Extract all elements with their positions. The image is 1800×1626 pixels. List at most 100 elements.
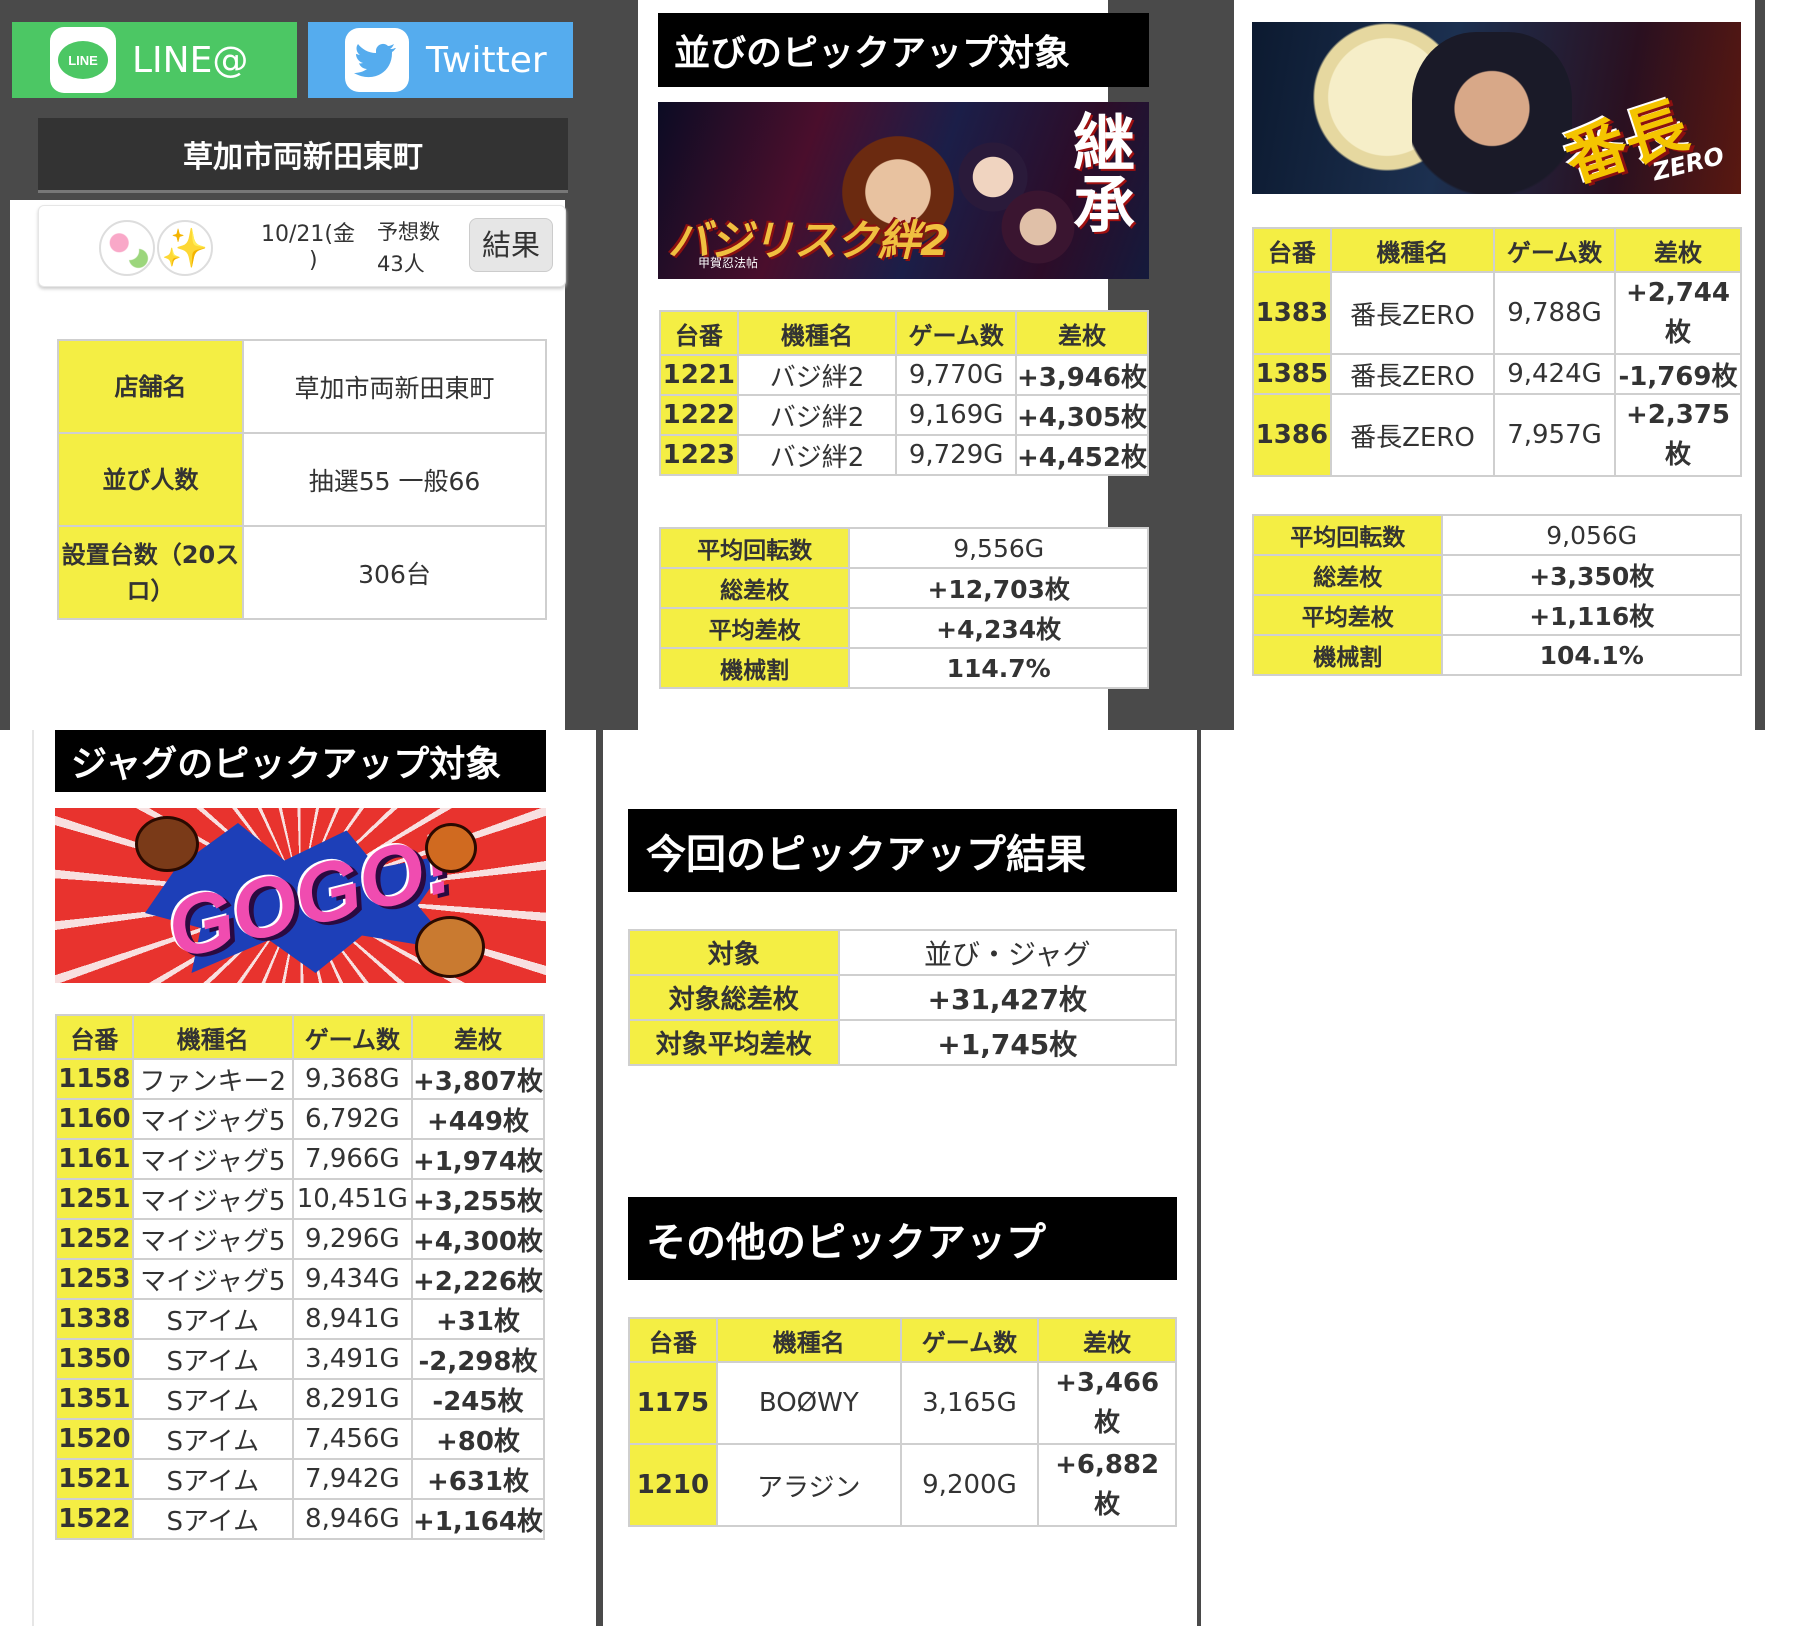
machine-name: Sアイム xyxy=(131,1498,294,1540)
jag-table: 台番 機種名 ゲーム数 差枚 1158 ファンキー2 9,368G +3,807枚 1160 マイ… xyxy=(55,1014,546,1540)
narabi-summary-table: 平均回転数 9,556G 総差枚 +12,703枚 平均差枚 +4,234枚 機械割 114.… xyxy=(658,527,1149,689)
jag-panel: ジャグのピックアップ対象 GOGO! 台番 機種名 ゲーム数 差枚 1158 ファンキー2… xyxy=(0,730,603,1626)
summary-row: 対象 並び・ジャグ xyxy=(628,929,1178,976)
summary-row: 平均回転数 9,556G xyxy=(658,527,1149,569)
narabi-header-cell: 差枚 xyxy=(1014,310,1150,356)
table-row: 1223 バジ絆2 9,729G +4,452枚 xyxy=(659,434,1150,476)
game-count: 9,770G xyxy=(895,354,1017,396)
summary-row: 平均差枚 +1,116枚 xyxy=(1251,594,1742,636)
pig-character xyxy=(135,816,199,872)
narabi-header-cell: 台番 xyxy=(659,310,739,356)
bancho-header-cell: ゲーム数 xyxy=(1493,227,1616,273)
fox-character xyxy=(425,823,477,873)
other-header-cell: 差枚 xyxy=(1037,1317,1177,1363)
table-row: 1350 Sアイム 3,491G -2,298枚 xyxy=(55,1338,546,1380)
game-count: 6,792G xyxy=(291,1098,413,1140)
diff-coins: +449枚 xyxy=(410,1098,546,1140)
machine-number: 1522 xyxy=(55,1498,134,1540)
machine-name: Sアイム xyxy=(131,1418,294,1460)
game-count: 9,200G xyxy=(899,1443,1040,1527)
summary-value: +12,703枚 xyxy=(848,567,1149,609)
game-count: 7,942G xyxy=(291,1458,413,1500)
diff-coins: +1,974枚 xyxy=(410,1138,546,1180)
summary-row: 総差枚 +3,350枚 xyxy=(1251,554,1742,596)
diff-coins: -1,769枚 xyxy=(1613,353,1743,395)
diff-coins: +6,882枚 xyxy=(1037,1443,1177,1527)
machine-number: 1221 xyxy=(659,354,739,396)
narabi-panel: 並びのピックアップ対象 バジリスク絆2 甲賀忍法帖 継承 台番 機種名 ゲーム数 差枚… xyxy=(573,0,1170,730)
game-count: 9,729G xyxy=(895,434,1017,476)
machine-name: マイジャグ5 xyxy=(131,1258,294,1300)
diff-coins: +80枚 xyxy=(410,1418,546,1460)
jag-title-bar: ジャグのピックアップ対象 xyxy=(55,730,546,792)
diff-coins: +3,807枚 xyxy=(410,1058,546,1100)
game-count: 3,491G xyxy=(291,1338,413,1380)
game-count: 7,456G xyxy=(291,1418,413,1460)
jag-header-cell: 台番 xyxy=(55,1014,134,1060)
summary-label: 対象総差枚 xyxy=(628,974,840,1021)
machine-number: 1251 xyxy=(55,1178,134,1220)
machine-number: 1175 xyxy=(628,1361,718,1445)
table-row: 1520 Sアイム 7,456G +80枚 xyxy=(55,1418,546,1460)
jag-title: ジャグのピックアップ対象 xyxy=(71,744,502,785)
machine-number: 1383 xyxy=(1252,271,1332,355)
yoso-label: 予想数 xyxy=(377,220,440,244)
prediction-card[interactable]: ✨ 10/21(金 ) 予想数 43人 結果 xyxy=(38,205,566,287)
twitter-icon xyxy=(344,27,410,93)
summary-label: 機械割 xyxy=(1251,634,1444,676)
summary-value: +3,350枚 xyxy=(1441,554,1742,596)
machine-number: 1338 xyxy=(55,1298,134,1340)
game-count: 9,788G xyxy=(1493,271,1616,355)
store-info-value: 草加市両新田東町 xyxy=(242,339,547,434)
machine-number: 1210 xyxy=(628,1443,718,1527)
machine-number: 1223 xyxy=(659,434,739,476)
summary-row: 平均差枚 +4,234枚 xyxy=(658,607,1149,649)
narabi-title: 並びのピックアップ対象 xyxy=(674,33,1071,74)
summary-value: 104.1% xyxy=(1441,634,1742,676)
machine-number: 1161 xyxy=(55,1138,134,1180)
diff-coins: -245枚 xyxy=(410,1378,546,1420)
jag-header-cell: ゲーム数 xyxy=(291,1014,413,1060)
machine-name: Sアイム xyxy=(131,1458,294,1500)
game-count: 9,434G xyxy=(291,1258,413,1300)
machine-name: BOØWY xyxy=(715,1361,902,1445)
narabi-title-bar: 並びのピックアップ対象 xyxy=(658,13,1149,87)
table-row: 1351 Sアイム 8,291G -245枚 xyxy=(55,1378,546,1420)
machine-name: Sアイム xyxy=(131,1338,294,1380)
table-row: 1221 バジ絆2 9,770G +3,946枚 xyxy=(659,354,1150,396)
machine-name: マイジャグ5 xyxy=(131,1218,294,1260)
machine-number: 1160 xyxy=(55,1098,134,1140)
machine-name: ファンキー2 xyxy=(131,1058,294,1100)
table-row: 1522 Sアイム 8,946G +1,164枚 xyxy=(55,1498,546,1540)
jag-banner-image: GOGO! xyxy=(55,808,546,983)
narabi-header-cell: 機種名 xyxy=(736,310,898,356)
machine-name: アラジン xyxy=(715,1443,902,1527)
other-header-cell: 台番 xyxy=(628,1317,718,1363)
machine-name: バジ絆2 xyxy=(736,394,898,436)
store-info-label: 店舗名 xyxy=(57,339,244,434)
dog-character xyxy=(415,916,485,978)
store-info-value: 306台 xyxy=(242,525,547,620)
table-row: 1338 Sアイム 8,941G +31枚 xyxy=(55,1298,546,1340)
result-button[interactable]: 結果 xyxy=(469,218,553,272)
other-header-cell: 機種名 xyxy=(715,1317,902,1363)
summary-row: 平均回転数 9,056G xyxy=(1251,514,1742,556)
line-label: LINE@ xyxy=(132,39,249,81)
summary-row: 機械割 114.7% xyxy=(658,647,1149,689)
twitter-button[interactable]: Twitter xyxy=(308,22,573,98)
narabi-banner-kanji: 継承 xyxy=(1062,110,1135,234)
diff-coins: +4,300枚 xyxy=(410,1218,546,1260)
diff-coins: +1,164枚 xyxy=(410,1498,546,1540)
table-row: 1210 アラジン 9,200G +6,882枚 xyxy=(628,1443,1177,1527)
store-info-row: 店舗名 草加市両新田東町 xyxy=(57,339,547,434)
summary-label: 平均回転数 xyxy=(1251,514,1444,556)
jag-header-row: 台番 機種名 ゲーム数 差枚 xyxy=(55,1014,546,1060)
line-button[interactable]: LINE LINE@ xyxy=(12,22,297,98)
summary-value: +4,234枚 xyxy=(848,607,1149,649)
table-row: 1251 マイジャグ5 10,451G +3,255枚 xyxy=(55,1178,546,1220)
machine-number: 1222 xyxy=(659,394,739,436)
store-title-bar: 草加市両新田東町 xyxy=(38,118,568,193)
table-row: 1386 番長ZERO 7,957G +2,375枚 xyxy=(1252,393,1743,477)
table-row: 1521 Sアイム 7,942G +631枚 xyxy=(55,1458,546,1500)
table-row: 1383 番長ZERO 9,788G +2,744枚 xyxy=(1252,271,1743,355)
